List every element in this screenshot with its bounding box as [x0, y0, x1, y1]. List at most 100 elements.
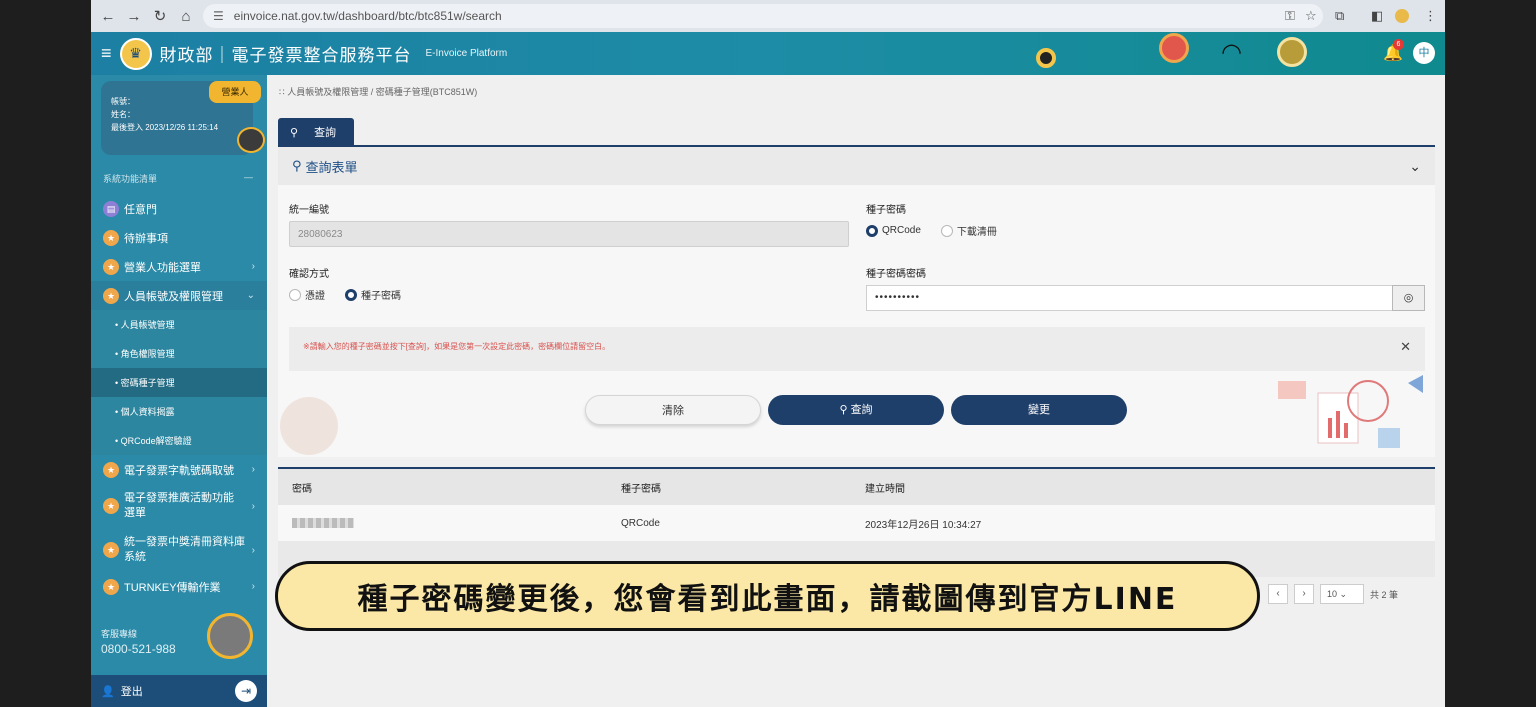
section-label-text: 系統功能清單	[103, 174, 158, 184]
star-icon[interactable]: ☆	[1305, 8, 1317, 24]
notice-alert: ※請輸入您的種子密碼並按下[查詢]，如果是您第一次設定此密碼，密碼欄位請留空白。…	[289, 327, 1425, 371]
profile-icon[interactable]	[1395, 9, 1409, 23]
sidebar-item-account-permissions[interactable]: ★ 人員帳號及權限管理 ⌄	[91, 281, 267, 310]
search-icon: ⚲	[839, 404, 848, 416]
table-header: 密碼 種子密碼 建立時間	[278, 469, 1435, 505]
hotline-number: 0800-521-988	[101, 642, 176, 656]
sidebar-item-label: 營業人功能選單	[124, 261, 201, 274]
hamburger-icon[interactable]: ≡	[101, 43, 112, 64]
query-button[interactable]: ⚲ 查詢	[768, 395, 944, 425]
cell-created: 2023年12月26日 10:34:27	[865, 519, 982, 531]
star-icon: ★	[103, 578, 119, 595]
clear-button[interactable]: 清除	[585, 395, 761, 425]
col-header: 建立時間	[865, 483, 905, 495]
radio-checked[interactable]	[345, 288, 357, 301]
url-text: einvoice.nat.gov.tw/dashboard/btc/btc851…	[233, 9, 502, 23]
section-label: 系統功能清單 —	[103, 172, 253, 185]
next-page-button[interactable]: ›	[1294, 584, 1315, 604]
user-icon: 👤	[101, 685, 115, 698]
collapse-icon[interactable]: —	[244, 172, 253, 182]
notice-text: ※請輸入您的種子密碼並按下[查詢]，如果是您第一次設定此密碼，密碼欄位請留空白。	[303, 342, 611, 351]
ministry-logo[interactable]: ♛	[119, 37, 152, 70]
extensions-icon[interactable]: ⧉	[1335, 8, 1344, 24]
sidebar-subitem-personal-data[interactable]: • 個人資料揭露	[91, 397, 267, 426]
breadcrumb: ∷ 人員帳號及權限管理 / 密碼種子管理(BTC851W)	[279, 87, 478, 97]
star-icon: ★	[103, 258, 119, 275]
verify-option-seed[interactable]: 種子密碼	[345, 287, 401, 302]
sidebar-item-label: 電子發票字軌號碼取號	[124, 464, 234, 477]
menu-icon[interactable]: ⋮	[1424, 8, 1437, 24]
sidepanel-icon[interactable]: ◧	[1371, 8, 1383, 24]
sidebar-subitem-role-permissions[interactable]: • 角色權限管理	[91, 339, 267, 368]
tab-search[interactable]: ⚲ 查詢	[278, 118, 354, 146]
user-card: 帳號： 姓名： 最後登入 2023/12/26 11:25:14 營業人	[101, 81, 265, 155]
notification-badge: 6	[1393, 39, 1404, 50]
tune-icon[interactable]: ☰	[213, 9, 224, 23]
sidebar-item-label: 統一發票中獎清冊資料庫系統	[124, 536, 245, 563]
sidebar-item-winning-db[interactable]: ★ 統一發票中獎清冊資料庫系統 ›	[91, 528, 267, 572]
sidebar-item-promo[interactable]: ★ 電子發票推廣活動功能選單 ›	[91, 484, 267, 528]
radio-unchecked[interactable]	[289, 288, 301, 301]
reload-icon[interactable]: ↻	[147, 7, 173, 25]
caption-banner: 種子密碼變更後，您會看到此畫面，請截圖傳到官方LINE	[275, 561, 1260, 631]
verify-label: 確認方式	[289, 269, 329, 280]
back-icon[interactable]: ←	[95, 8, 121, 25]
verify-option-cert[interactable]: 憑證	[289, 287, 325, 302]
logout-icon[interactable]: ⇥	[235, 680, 257, 702]
key-icon[interactable]: ⚿	[1285, 8, 1295, 24]
decor-illustration	[1278, 375, 1423, 448]
language-button[interactable]: 中	[1413, 42, 1435, 64]
hotline: 客服專線 0800-521-988	[101, 627, 176, 657]
seed-password-input[interactable]: ••••••••••	[866, 285, 1393, 311]
form-title: 查詢表單	[305, 159, 358, 175]
chevron-right-icon: ›	[251, 500, 255, 512]
form-header[interactable]: ⚲ 查詢表單 ⌄	[278, 147, 1435, 185]
query-form: ⚲ 查詢表單 ⌄ 統一編號 28080623 種子密碼 QRCode 下載清冊 …	[278, 147, 1435, 457]
name-label: 姓名：	[111, 110, 135, 119]
change-button[interactable]: 變更	[951, 395, 1127, 425]
sidebar-item-business-menu[interactable]: ★ 營業人功能選單 ›	[91, 252, 267, 281]
radio-label: 下載清冊	[956, 227, 997, 238]
uni-label: 統一編號	[289, 205, 329, 216]
sidebar-item-todo[interactable]: ★ 待辦事項	[91, 223, 267, 252]
sidebar-item-door[interactable]: ▤ 任意門	[91, 194, 267, 223]
verify-radio-group: 憑證 種子密碼	[289, 287, 421, 302]
radio-unchecked[interactable]	[940, 224, 953, 237]
sidebar-item-label: 電子發票推廣活動功能選單	[124, 492, 234, 519]
pagination: / 1 ‹ › 10 ⌄ 共 2 筆	[1250, 584, 1398, 604]
radio-label: QRCode	[882, 225, 921, 236]
sidebar-subitem-account-mgmt[interactable]: • 人員帳號管理	[91, 310, 267, 339]
logout-button[interactable]: 👤 登出 ⇥	[91, 675, 267, 707]
sidebar-item-turnkey[interactable]: ★ TURNKEY傳輸作業 ›	[91, 572, 267, 601]
seed-password-label: 種子密碼密碼	[866, 269, 926, 280]
query-button-label: 查詢	[850, 404, 873, 416]
seed-option-download[interactable]: 下載清冊	[940, 223, 997, 238]
address-bar[interactable]: ☰ einvoice.nat.gov.tw/dashboard/btc/btc8…	[203, 4, 1323, 28]
eye-off-icon[interactable]: ◎	[1392, 285, 1425, 311]
sidebar-item-label: 人員帳號及權限管理	[124, 290, 223, 303]
col-header: 種子密碼	[621, 483, 661, 495]
sidebar-item-invoice-track[interactable]: ★ 電子發票字軌號碼取號 ›	[91, 455, 267, 484]
forward-icon[interactable]: →	[121, 8, 147, 25]
sidebar-subitem-seed-password[interactable]: • 密碼種子管理	[91, 368, 267, 397]
prev-page-button[interactable]: ‹	[1268, 584, 1289, 604]
mascot-avatar	[207, 613, 253, 659]
col-header: 密碼	[292, 483, 312, 495]
close-icon[interactable]: ✕	[1400, 339, 1411, 355]
sidebar-subitem-qrcode-verify[interactable]: • QRCode解密驗證	[91, 426, 267, 455]
seed-option-qrcode[interactable]: QRCode	[866, 224, 921, 237]
table-row[interactable]: QRCode 2023年12月26日 10:34:27	[278, 505, 1435, 541]
page-size-select[interactable]: 10 ⌄	[1320, 584, 1365, 604]
sidebar-item-label: TURNKEY傳輸作業	[124, 581, 221, 594]
tab-label: 查詢	[314, 127, 337, 139]
search-icon: ⚲	[290, 126, 299, 139]
uni-number-input[interactable]: 28080623	[289, 221, 849, 247]
home-icon[interactable]: ⌂	[173, 8, 199, 25]
radio-checked[interactable]	[866, 224, 878, 237]
decor-circle	[280, 397, 338, 455]
total-count: 共 2 筆	[1370, 589, 1399, 600]
cell-seed: QRCode	[621, 517, 660, 529]
sidebar-item-label: 任意門	[124, 203, 157, 216]
role-badge: 營業人	[209, 81, 261, 103]
chevron-down-icon[interactable]: ⌄	[1409, 158, 1421, 175]
